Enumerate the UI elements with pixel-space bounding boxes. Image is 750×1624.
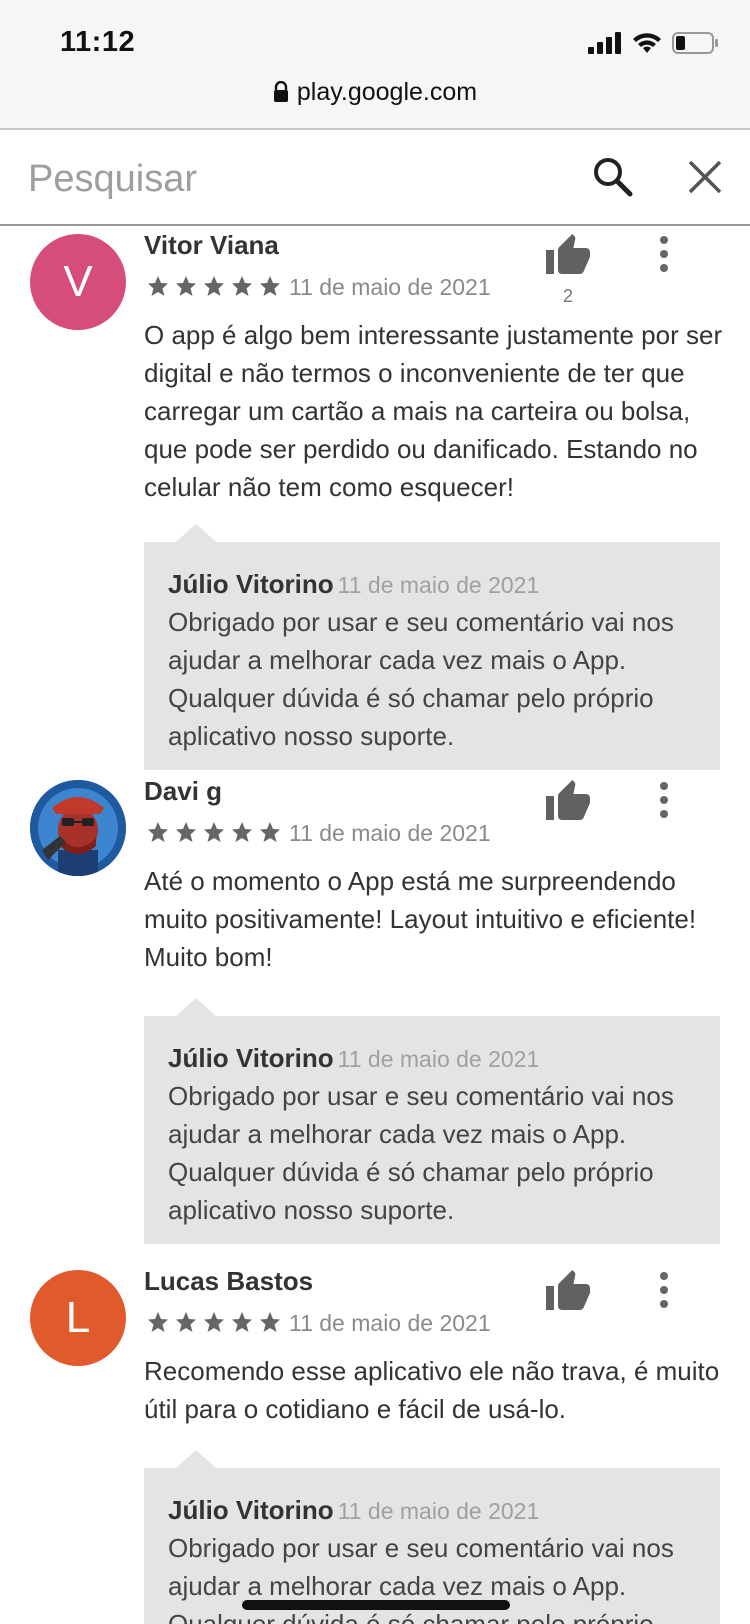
search-bar	[0, 132, 750, 226]
more-options-button[interactable]	[650, 780, 678, 820]
reviews-list[interactable]: V Vitor Viana 11 de maio de 2021 2 O app…	[0, 228, 750, 1624]
avatar-image	[30, 780, 126, 876]
review-date: 11 de maio de 2021	[289, 1310, 491, 1336]
star-icon	[148, 822, 168, 842]
developer-reply: Júlio Vitorino 11 de maio de 2021 Obrigad…	[144, 524, 720, 770]
helpful-count: 2	[562, 286, 573, 306]
rating-stars	[146, 820, 282, 844]
status-bar: 11:12 play.google.com	[0, 0, 750, 130]
address-bar[interactable]: play.google.com	[0, 78, 750, 110]
helpful-button[interactable]	[544, 778, 592, 826]
star-icon	[260, 276, 280, 296]
review-item: Davi g 11 de maio de 2021 Até o momento …	[0, 774, 750, 1254]
star-icon	[232, 822, 252, 842]
star-icon	[176, 822, 196, 842]
star-icon	[176, 1312, 196, 1332]
more-vert-icon	[660, 782, 668, 790]
reply-text: Obrigado por usar e seu comentário vai n…	[168, 1081, 674, 1225]
rating-stars	[146, 1310, 282, 1334]
review-text: O app é algo bem interessante justamente…	[144, 320, 723, 502]
star-icon	[232, 1312, 252, 1332]
signal-icon	[588, 31, 622, 59]
close-icon	[688, 160, 722, 194]
reply-text: Obrigado por usar e seu comentário vai n…	[168, 607, 674, 751]
wifi-icon	[632, 32, 662, 59]
reply-date: 11 de maio de 2021	[337, 572, 540, 598]
star-icon	[260, 1312, 280, 1332]
close-search-button[interactable]	[684, 156, 726, 198]
home-indicator[interactable]	[242, 1600, 510, 1610]
search-icon	[594, 158, 633, 197]
review-text: Até o momento o App está me surpreendend…	[144, 866, 697, 972]
reply-author: Júlio Vitorino	[168, 1495, 334, 1525]
star-icon	[148, 1312, 168, 1332]
star-icon	[232, 276, 252, 296]
reviewer-name: Vitor Viana	[144, 230, 279, 260]
star-icon	[204, 1312, 224, 1332]
rating-stars	[146, 274, 282, 298]
system-icons	[588, 30, 720, 60]
star-icon	[176, 276, 196, 296]
more-options-button[interactable]	[650, 1270, 678, 1310]
review-text: Recomendo esse aplicativo ele não trava,…	[144, 1356, 720, 1424]
more-vert-icon	[660, 1272, 668, 1280]
search-input[interactable]	[28, 152, 528, 206]
review-item: V Vitor Viana 11 de maio de 2021 2 O app…	[0, 228, 750, 770]
thumb-up-icon	[546, 234, 590, 274]
review-date: 11 de maio de 2021	[289, 274, 491, 300]
helpful-button[interactable]	[544, 232, 592, 280]
reply-author: Júlio Vitorino	[168, 569, 334, 599]
status-time: 11:12	[60, 26, 136, 58]
avatar: L	[30, 1270, 126, 1366]
more-options-button[interactable]	[650, 234, 678, 274]
helpful-button[interactable]	[544, 1268, 592, 1316]
star-icon	[204, 822, 224, 842]
star-icon	[148, 276, 168, 296]
developer-reply: Júlio Vitorino 11 de maio de 2021 Obrigad…	[144, 998, 720, 1244]
review-date: 11 de maio de 2021	[289, 820, 491, 846]
thumb-up-icon	[546, 1270, 590, 1310]
reviewer-name: Lucas Bastos	[144, 1266, 314, 1296]
battery-icon	[672, 31, 720, 60]
star-icon	[260, 822, 280, 842]
lock-icon	[273, 80, 289, 110]
search-button[interactable]	[590, 154, 636, 200]
thumb-up-icon	[546, 780, 590, 820]
reply-author: Júlio Vitorino	[168, 1043, 334, 1073]
review-item: L Lucas Bastos 11 de maio de 2021 Recome…	[0, 1264, 750, 1624]
reply-date: 11 de maio de 2021	[337, 1498, 540, 1524]
star-icon	[204, 276, 224, 296]
reply-date: 11 de maio de 2021	[337, 1046, 540, 1072]
more-vert-icon	[660, 236, 668, 244]
reviewer-name: Davi g	[144, 776, 223, 806]
avatar: V	[30, 234, 126, 330]
url-text: play.google.com	[296, 78, 478, 106]
avatar	[30, 780, 126, 876]
